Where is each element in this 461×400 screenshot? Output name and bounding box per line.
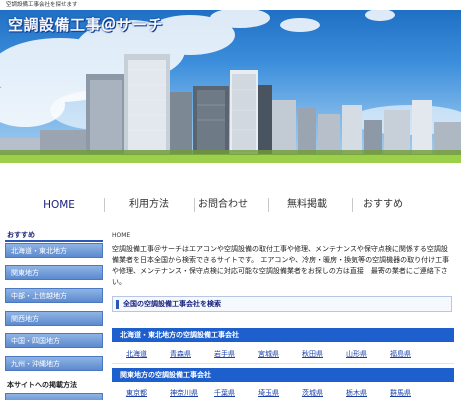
breadcrumb[interactable]: HOME: [112, 232, 130, 239]
pref-link[interactable]: 栃木県: [346, 385, 367, 400]
search-section-heading: 全国の空調設備工事会社を検索: [112, 296, 452, 312]
sidebar-item-hokkaido-tohoku[interactable]: 北海道・東北地方: [5, 243, 103, 258]
pref-link[interactable]: 青森県: [170, 346, 191, 362]
main-nav: HOME 利用方法 お問合わせ 無料掲載 おすすめ: [0, 192, 461, 218]
intro-text: 空調設備工事＠サーチはエアコンや空調設備の取付工事や修理、メンテナンスや保守点検…: [112, 245, 450, 286]
pref-link[interactable]: 千葉県: [214, 385, 235, 400]
region-heading-kanto: 関東地方の空調設備工事会社: [112, 368, 454, 382]
pref-link[interactable]: 茨城県: [302, 385, 323, 400]
pref-link[interactable]: 北海道: [126, 346, 147, 362]
nav-home[interactable]: HOME: [14, 192, 104, 218]
sidebar-item-kansai[interactable]: 関西地方: [5, 311, 103, 326]
sidebar: おすすめ 北海道・東北地方 関東地方 中部・上信越地方 関西地方 中国・四国地方…: [5, 228, 103, 400]
pref-link[interactable]: 秋田県: [302, 346, 323, 362]
site-tagline-bar: 空調設備工事会社を探せます: [0, 0, 461, 10]
sidebar-item-kanto[interactable]: 関東地方: [5, 265, 103, 280]
region-heading-hokkaido-tohoku: 北海道・東北地方の空調設備工事会社: [112, 328, 454, 342]
pref-link[interactable]: 岩手県: [214, 346, 235, 362]
prefecture-list: 北海道 青森県 岩手県 宮城県 秋田県 山形県 福島県: [112, 346, 454, 362]
sidebar-item-chugoku-shikoku[interactable]: 中国・四国地方: [5, 333, 103, 348]
site-title[interactable]: 空調設備工事＠サーチ: [8, 14, 163, 35]
search-heading-text: 全国の空調設備工事会社を検索: [123, 300, 221, 308]
divider: [112, 363, 454, 364]
sidebar-item-kyushu-okinawa[interactable]: 九州・沖縄地方: [5, 356, 103, 371]
sidebar-item-listing[interactable]: [5, 393, 103, 400]
site-tagline: 空調設備工事会社を探せます: [6, 2, 78, 8]
pref-link[interactable]: 東京都: [126, 385, 147, 400]
sidebar-heading: おすすめ: [5, 228, 103, 242]
pref-link[interactable]: 宮城県: [258, 346, 279, 362]
sidebar-heading-listing: 本サイトへの掲載方法: [7, 381, 77, 389]
nav-recommended[interactable]: おすすめ: [338, 192, 428, 218]
header-banner: 空調設備工事＠サーチ: [0, 10, 461, 163]
pref-link[interactable]: 山形県: [346, 346, 367, 362]
pref-link[interactable]: 福島県: [390, 346, 411, 362]
pref-link[interactable]: 神奈川県: [170, 385, 198, 400]
prefecture-list: 東京都 神奈川県 千葉県 埼玉県 茨城県 栃木県 群馬県: [112, 385, 454, 400]
sidebar-item-chubu[interactable]: 中部・上信越地方: [5, 288, 103, 303]
heading-marker: [116, 300, 119, 309]
pref-link[interactable]: 埼玉県: [258, 385, 279, 400]
nav-contact[interactable]: お問合わせ: [178, 192, 268, 218]
pref-link[interactable]: 群馬県: [390, 385, 411, 400]
